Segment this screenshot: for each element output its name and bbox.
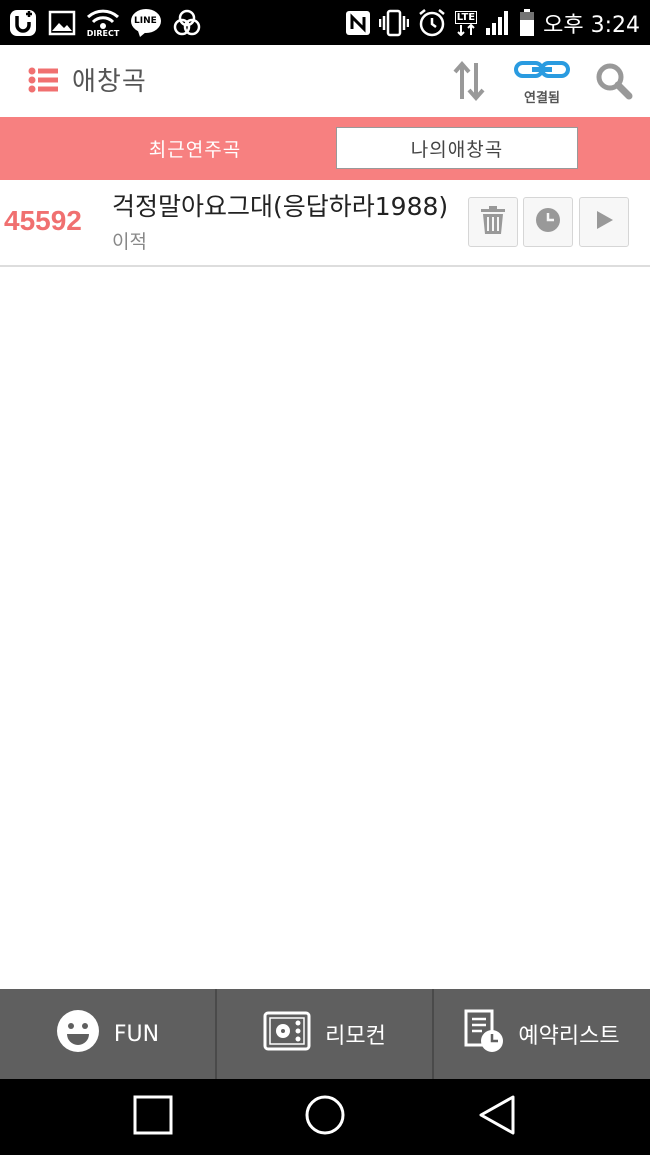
home-icon	[304, 1094, 346, 1140]
battery-icon	[519, 9, 535, 37]
play-button[interactable]	[579, 197, 629, 247]
reserve-button[interactable]	[523, 197, 573, 247]
signal-icon	[485, 10, 511, 36]
lte-label: LTE	[454, 10, 478, 24]
vibrate-icon	[378, 9, 409, 37]
home-button[interactable]	[265, 1079, 385, 1155]
delete-button[interactable]	[468, 197, 518, 247]
smiley-icon	[56, 1009, 100, 1059]
nav-remote[interactable]: 리모컨	[217, 989, 432, 1079]
recents-button[interactable]	[93, 1079, 213, 1155]
list-item[interactable]: 45592 걱정말아요그대(응답하라1988) 이적	[0, 181, 650, 267]
alarm-icon	[417, 8, 447, 38]
back-icon	[477, 1094, 517, 1140]
nav-fun[interactable]: FUN	[0, 989, 215, 1079]
trash-icon	[480, 205, 506, 239]
play-icon	[593, 209, 615, 235]
line-icon: LINE	[130, 8, 162, 38]
page-title: 애창곡	[72, 67, 147, 97]
tab-recent-songs[interactable]: 최근연주곡	[95, 135, 295, 162]
wifi-direct-icon: DIRECT	[86, 9, 120, 38]
connection-label: 연결됨	[524, 91, 560, 106]
link-icon	[508, 59, 576, 85]
nav-fun-label: FUN	[113, 1021, 160, 1047]
circles-icon	[172, 8, 202, 38]
back-button[interactable]	[437, 1079, 557, 1155]
system-nav-bar	[0, 1079, 650, 1155]
line-label: LINE	[134, 16, 157, 26]
nfc-icon	[345, 10, 371, 36]
song-number: 45592	[4, 205, 82, 236]
status-time: 오후 3:24	[543, 13, 640, 38]
sort-icon[interactable]	[452, 59, 486, 107]
song-title: 걱정말아요그대(응답하라1988)	[112, 192, 449, 221]
search-icon[interactable]	[594, 61, 634, 105]
image-icon	[48, 9, 76, 37]
menu-icon[interactable]	[28, 67, 58, 97]
nav-reservation-list[interactable]: 예약리스트	[434, 989, 650, 1079]
app-bar: 애창곡 연결됨	[0, 45, 650, 118]
nav-remote-label: 리모컨	[325, 1024, 386, 1049]
reservation-list-icon	[464, 1009, 504, 1059]
uplus-icon	[8, 8, 38, 38]
status-bar: DIRECT LINE LTE 오후 3:24	[0, 0, 650, 45]
remote-icon	[263, 1011, 311, 1057]
nav-reservation-label: 예약리스트	[518, 1024, 620, 1049]
wifi-direct-label: DIRECT	[86, 28, 120, 38]
recents-icon	[133, 1095, 173, 1139]
connection-status[interactable]: 연결됨	[508, 59, 576, 106]
song-artist: 이적	[112, 231, 147, 253]
clock-icon	[535, 207, 561, 237]
tab-my-favorites[interactable]: 나의애창곡	[336, 127, 578, 169]
lte-icon: LTE	[454, 10, 478, 36]
tab-bar: 최근연주곡 나의애창곡	[0, 117, 650, 180]
bottom-nav: FUN 리모컨 예약리스트	[0, 989, 650, 1079]
